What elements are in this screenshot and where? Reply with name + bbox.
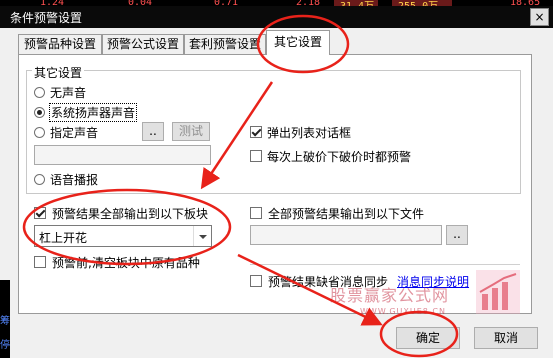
divider bbox=[250, 264, 520, 265]
test-sound-button[interactable]: 测试 bbox=[172, 122, 210, 141]
tab-instrument-settings[interactable]: 预警品种设置 bbox=[18, 34, 102, 54]
chart-logo-icon bbox=[476, 270, 520, 314]
strip-label: 筹 bbox=[0, 316, 10, 327]
tab-label: 套利预警设置 bbox=[188, 37, 261, 51]
checkbox-label: 预警结果全部输出到以下板块 bbox=[52, 207, 209, 221]
radio-no-sound[interactable] bbox=[34, 87, 45, 98]
export-block-checkbox[interactable] bbox=[34, 207, 46, 219]
radio-label: 无声音 bbox=[50, 86, 87, 100]
export-file-input[interactable] bbox=[250, 225, 442, 245]
tab-formula-settings[interactable]: 预警公式设置 bbox=[102, 34, 184, 54]
tab-arbitrage-settings[interactable]: 套利预警设置 bbox=[184, 34, 266, 54]
chevron-down-icon[interactable] bbox=[193, 226, 211, 246]
checkbox-label: 弹出列表对话框 bbox=[267, 126, 352, 140]
radio-system-speaker[interactable] bbox=[34, 107, 45, 118]
tab-label: 其它设置 bbox=[273, 35, 322, 49]
tab-other-settings[interactable]: 其它设置 bbox=[266, 30, 330, 55]
sound-file-input[interactable] bbox=[34, 145, 211, 165]
ok-button[interactable]: 确定 bbox=[396, 327, 460, 349]
checkbox-label: 预警前,清空板块中原有品种 bbox=[52, 256, 200, 270]
clear-block-checkbox[interactable] bbox=[34, 256, 46, 268]
title-bar: 条件预警设置 × bbox=[0, 6, 553, 28]
popup-dialog-checkbox[interactable] bbox=[250, 126, 262, 138]
checkbox-label: 每次上破价下破价时都预警 bbox=[267, 150, 412, 164]
watermark-logo bbox=[476, 270, 520, 314]
radio-voice-broadcast[interactable] bbox=[34, 174, 45, 185]
radio-label: 指定声音 bbox=[50, 126, 99, 140]
checkbox-label: 全部预警结果输出到以下文件 bbox=[268, 207, 425, 221]
cancel-button[interactable]: 取消 bbox=[474, 327, 538, 349]
block-select[interactable]: 杠上开花 bbox=[34, 225, 212, 247]
group-label: 其它设置 bbox=[32, 64, 85, 81]
block-select-value: 杠上开花 bbox=[39, 231, 88, 245]
radio-label: 系统扬声器声音 bbox=[49, 103, 138, 122]
tab-label: 预警公式设置 bbox=[106, 37, 179, 51]
close-button[interactable]: × bbox=[530, 8, 549, 26]
browse-file-button[interactable]: .. bbox=[446, 225, 468, 245]
dialog-title: 条件预警设置 bbox=[10, 11, 83, 25]
strip-label: 停 bbox=[0, 340, 10, 351]
radio-label: 语音播报 bbox=[50, 173, 99, 187]
radio-custom-sound[interactable] bbox=[34, 127, 45, 138]
background-left-strip: 筹 停 bbox=[0, 280, 10, 358]
tab-label: 预警品种设置 bbox=[23, 37, 96, 51]
export-file-checkbox[interactable] bbox=[250, 207, 262, 219]
watermark-text: 股票赢家公式网 bbox=[330, 286, 450, 305]
watermark-subtext: WWW.GUXUE8.CN bbox=[360, 307, 447, 316]
each-break-checkbox[interactable] bbox=[250, 150, 262, 162]
sync-checkbox[interactable] bbox=[250, 275, 262, 287]
browse-sound-button[interactable]: .. bbox=[142, 122, 164, 141]
